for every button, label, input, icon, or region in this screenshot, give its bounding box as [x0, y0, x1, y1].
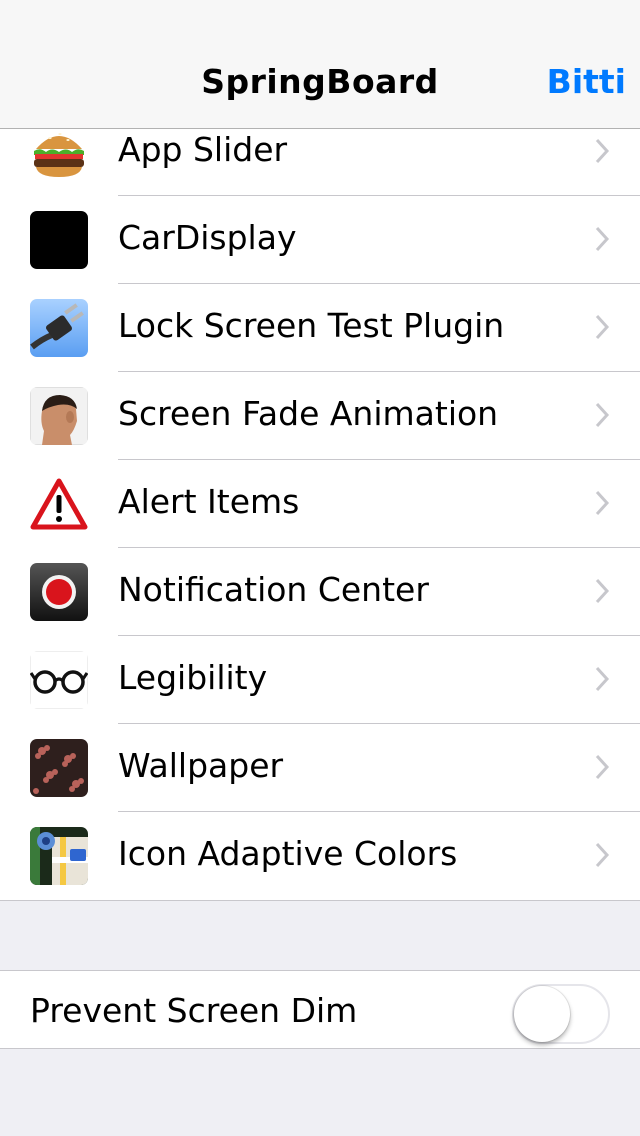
- list-item-cardisplay[interactable]: CarDisplay: [0, 196, 640, 284]
- list-item-screen-fade-animation[interactable]: Screen Fade Animation: [0, 372, 640, 460]
- record-button-icon: [30, 563, 88, 621]
- list-item-wallpaper[interactable]: Wallpaper: [0, 724, 640, 812]
- chevron-right-icon: [595, 138, 610, 164]
- chevron-right-icon: [595, 314, 610, 340]
- list-item-label: Icon Adaptive Colors: [118, 834, 458, 873]
- chevron-right-icon: [595, 578, 610, 604]
- prevent-screen-dim-row: Prevent Screen Dim: [0, 970, 640, 1049]
- floral-pattern-icon: [30, 739, 88, 797]
- list-item-label: App Slider: [118, 130, 288, 169]
- page-title: SpringBoard: [201, 62, 439, 101]
- prevent-screen-dim-switch[interactable]: [512, 984, 610, 1044]
- done-button[interactable]: Bitti: [547, 62, 626, 101]
- list-item-label: Wallpaper: [118, 746, 284, 785]
- warning-triangle-icon: [30, 475, 88, 533]
- list-item-lock-screen-test-plugin[interactable]: Lock Screen Test Plugin: [0, 284, 640, 372]
- list-item-label: Screen Fade Animation: [118, 394, 499, 433]
- power-plug-icon: [30, 299, 88, 357]
- list-item-icon-adaptive-colors[interactable]: Icon Adaptive Colors: [0, 812, 640, 900]
- black-square-icon: [30, 211, 88, 269]
- toggle-label: Prevent Screen Dim: [30, 991, 358, 1030]
- face-photo-icon: [30, 387, 88, 445]
- list-item-label: Alert Items: [118, 482, 300, 521]
- burger-icon: [30, 123, 88, 181]
- chevron-right-icon: [595, 226, 610, 252]
- chevron-right-icon: [595, 842, 610, 868]
- chevron-right-icon: [595, 666, 610, 692]
- switch-knob[interactable]: [514, 986, 570, 1042]
- list-item-label: Notification Center: [118, 570, 429, 609]
- settings-list: App Slider CarDisplay Lock Screen Test P…: [0, 108, 640, 901]
- glasses-icon: [30, 651, 88, 709]
- list-item-legibility[interactable]: Legibility: [0, 636, 640, 724]
- list-item-label: Legibility: [118, 658, 268, 697]
- chevron-right-icon: [595, 490, 610, 516]
- list-item-label: CarDisplay: [118, 218, 297, 257]
- navigation-bar: SpringBoard Bitti: [0, 0, 640, 129]
- list-item-label: Lock Screen Test Plugin: [118, 306, 505, 345]
- chevron-right-icon: [595, 402, 610, 428]
- chevron-right-icon: [595, 754, 610, 780]
- maps-icon: [30, 827, 88, 885]
- list-item-alert-items[interactable]: Alert Items: [0, 460, 640, 548]
- list-item-notification-center[interactable]: Notification Center: [0, 548, 640, 636]
